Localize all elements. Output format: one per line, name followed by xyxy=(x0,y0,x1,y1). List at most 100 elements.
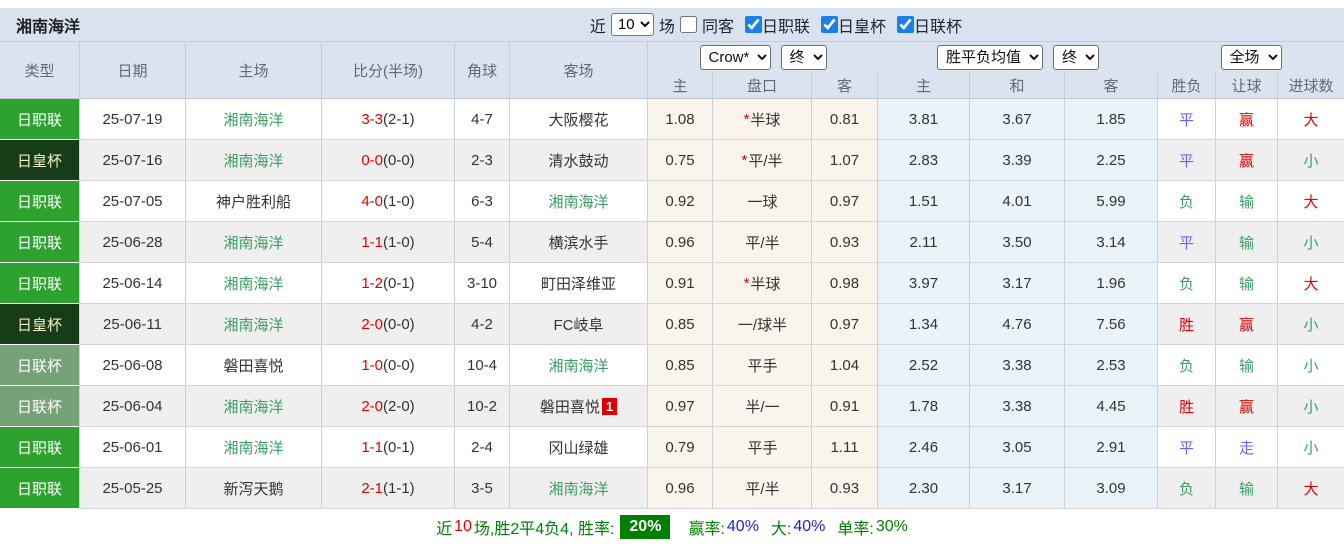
filter-league-1: 日职联 xyxy=(744,13,810,37)
filter-league-cup-label: 日联杯 xyxy=(913,18,962,36)
half-time-score: (0-1) xyxy=(383,438,415,456)
match-date: 25-05-25 xyxy=(80,468,186,509)
league-type-badge: 日皇杯 xyxy=(0,140,80,181)
full-time-score: 2-0 xyxy=(361,315,383,333)
handicap-cell: 平手 xyxy=(713,345,812,386)
match-row: 日职联 25-06-28 湘南海洋 1-1 (1-0) 5-4 横滨水手 0.96… xyxy=(0,222,1344,263)
corner-count: 5-4 xyxy=(455,222,510,263)
filter-emperor-cup-checkbox[interactable] xyxy=(820,16,838,33)
home-team: 湘南海洋 xyxy=(186,304,322,345)
league-type-badge: 日联杯 xyxy=(0,345,80,386)
home-team: 神户胜利船 xyxy=(186,181,322,222)
europe-odds-time-select[interactable]: 终 xyxy=(1053,44,1099,70)
goals-over-under: 大 xyxy=(1278,99,1344,140)
europe-home-odds: 3.81 xyxy=(878,99,970,140)
half-time-score: (1-0) xyxy=(383,233,415,251)
match-date: 25-06-08 xyxy=(80,345,186,386)
europe-draw-odds: 3.50 xyxy=(970,222,1065,263)
recent-count-select[interactable]: 10 xyxy=(610,13,654,36)
corner-count: 2-3 xyxy=(455,140,510,181)
europe-home-odds: 2.30 xyxy=(878,468,970,509)
half-time-score: (1-1) xyxy=(383,479,415,497)
handicap-result: 输 xyxy=(1216,263,1278,304)
subcol-handicap: 盘口 xyxy=(713,72,812,98)
full-time-score: 4-0 xyxy=(361,192,383,210)
away-team-cell: 横滨水手 xyxy=(510,222,648,263)
asian-home-odds: 0.92 xyxy=(648,181,713,222)
match-history-page: 湘南海洋 近 10 场 同客 日职联 日皇杯 日联杯 类型 日期 主场 比分(半… xyxy=(0,0,1344,544)
corner-count: 2-4 xyxy=(455,427,510,468)
col-header-home: 主场 xyxy=(186,42,322,98)
full-time-score: 1-1 xyxy=(361,438,383,456)
subcol-odds-draw: 和 xyxy=(970,72,1065,98)
half-time-score: (0-1) xyxy=(383,274,415,292)
handicap-line: 平手 xyxy=(747,357,778,375)
away-team-cell: 磐田喜悦 1 xyxy=(510,386,648,427)
col-header-away: 客场 xyxy=(510,42,648,98)
scope-select[interactable]: 全场 xyxy=(1220,44,1282,70)
handicap-line: 一球 xyxy=(747,193,778,211)
corner-count: 4-7 xyxy=(455,99,510,140)
big-rate-label: 大: xyxy=(770,520,792,538)
filter-emperor-cup-label: 日皇杯 xyxy=(837,18,886,36)
match-date: 25-06-28 xyxy=(80,222,186,263)
handicap-line: 平手 xyxy=(747,439,778,457)
score-cell: 3-3 (2-1) xyxy=(322,99,455,140)
away-team: 横滨水手 xyxy=(548,234,609,252)
subcol-odds-away: 客 xyxy=(1065,72,1158,98)
away-team: 湘南海洋 xyxy=(548,357,609,375)
handicap-star: * xyxy=(743,274,750,292)
score-cell: 1-1 (1-0) xyxy=(322,222,455,263)
handicap-cell: * 半球 xyxy=(713,99,812,140)
handicap-cell: 平/半 xyxy=(713,222,812,263)
home-team: 磐田喜悦 xyxy=(186,345,322,386)
same-opponent-checkbox[interactable] xyxy=(679,16,697,33)
bookmaker-select[interactable]: Crow* xyxy=(699,44,771,70)
goals-over-under: 小 xyxy=(1278,222,1344,263)
match-result: 负 xyxy=(1158,345,1216,386)
match-row: 日职联 25-07-05 神户胜利船 4-0 (1-0) 6-3 湘南海洋 0.9… xyxy=(0,181,1344,222)
league-type-badge: 日职联 xyxy=(0,263,80,304)
subcol-asian-home: 主 xyxy=(648,72,713,98)
score-cell: 1-2 (0-1) xyxy=(322,263,455,304)
half-time-score: (0-0) xyxy=(383,151,415,169)
europe-draw-odds: 3.17 xyxy=(970,468,1065,509)
subcol-odds-home: 主 xyxy=(878,72,970,98)
goals-over-under: 大 xyxy=(1278,468,1344,509)
col-header-score: 比分(半场) xyxy=(322,42,455,98)
away-team-cell: 湘南海洋 xyxy=(510,345,648,386)
handicap-cell: 平/半 xyxy=(713,468,812,509)
match-row: 日职联 25-06-14 湘南海洋 1-2 (0-1) 3-10 町田泽维亚 0.… xyxy=(0,263,1344,304)
full-time-score: 2-0 xyxy=(361,397,383,415)
team-title: 湘南海洋 xyxy=(16,18,81,36)
europe-away-odds: 2.91 xyxy=(1065,427,1158,468)
match-date: 25-07-05 xyxy=(80,181,186,222)
europe-odds-select[interactable]: 胜平负均值 xyxy=(937,44,1043,70)
score-cell: 0-0 (0-0) xyxy=(322,140,455,181)
handicap-result: 输 xyxy=(1216,468,1278,509)
filter-league-cup-checkbox[interactable] xyxy=(896,16,914,33)
match-date: 25-06-04 xyxy=(80,386,186,427)
match-result: 负 xyxy=(1158,181,1216,222)
handicap-result: 输 xyxy=(1216,181,1278,222)
league-type-badge: 日职联 xyxy=(0,99,80,140)
away-team: 清水鼓动 xyxy=(548,152,609,170)
match-row: 日职联 25-07-19 湘南海洋 3-3 (2-1) 4-7 大阪樱花 1.08… xyxy=(0,99,1344,140)
away-team-cell: 湘南海洋 xyxy=(510,468,648,509)
match-date: 25-07-16 xyxy=(80,140,186,181)
goals-over-under: 小 xyxy=(1278,140,1344,181)
odd-rate-label: 单率: xyxy=(837,520,874,538)
full-time-score: 1-1 xyxy=(361,233,383,251)
home-team: 湘南海洋 xyxy=(186,140,322,181)
asian-odds-time-select[interactable]: 终 xyxy=(780,44,827,70)
full-time-score: 2-1 xyxy=(361,479,383,497)
asian-away-odds: 1.07 xyxy=(812,140,878,181)
europe-away-odds: 4.45 xyxy=(1065,386,1158,427)
filter-jleague-checkbox[interactable] xyxy=(744,16,762,33)
match-result: 平 xyxy=(1158,222,1216,263)
away-team: 冈山绿雄 xyxy=(548,439,609,457)
filter-jleague-label: 日职联 xyxy=(761,18,810,36)
europe-draw-odds: 3.05 xyxy=(970,427,1065,468)
summary-record: 场,胜2平4负4, 胜率: xyxy=(473,520,615,538)
home-team: 湘南海洋 xyxy=(186,263,322,304)
